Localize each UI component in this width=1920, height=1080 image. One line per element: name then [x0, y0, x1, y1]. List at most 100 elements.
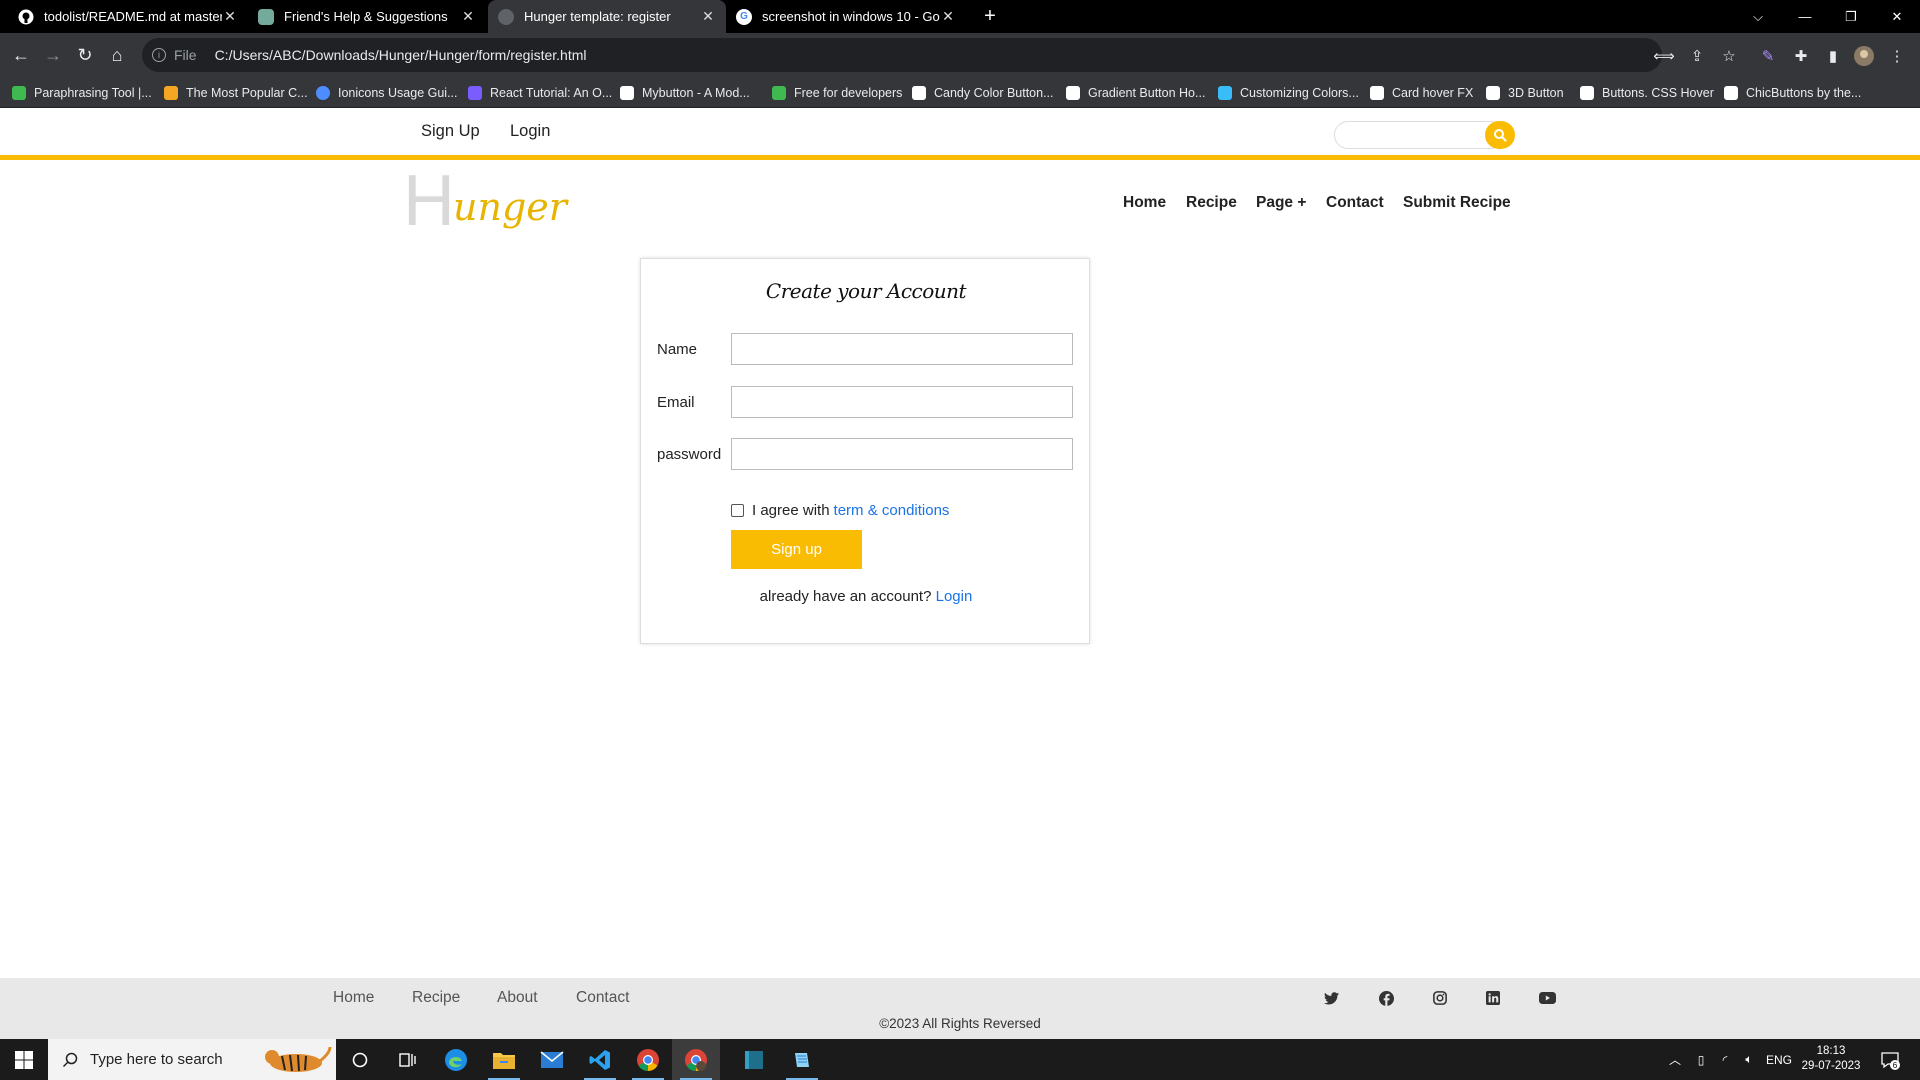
tab-hunger-register[interactable]: Hunger template: register ✕ [488, 0, 726, 33]
email-field[interactable] [731, 386, 1073, 418]
extension-pen-icon[interactable]: ✎ [1757, 45, 1779, 67]
bookmark-item[interactable]: Mybutton - A Mod... [620, 83, 750, 103]
bookmark-item[interactable]: Candy Color Button... [912, 83, 1054, 103]
nav-contact[interactable]: Contact [1326, 194, 1384, 212]
tab-todolist[interactable]: todolist/README.md at master · ✕ [8, 0, 248, 33]
taskbar-app-teal[interactable] [730, 1039, 778, 1080]
translate-icon[interactable]: ⟺ [1653, 45, 1675, 67]
top-login-link[interactable]: Login [510, 122, 550, 141]
footer-about-link[interactable]: About [497, 989, 538, 1007]
new-tab-button[interactable]: + [978, 4, 1002, 28]
signup-button[interactable]: Sign up [731, 530, 862, 569]
nav-recipe[interactable]: Recipe [1186, 194, 1237, 212]
address-bar[interactable]: i File C:/Users/ABC/Downloads/Hunger/Hun… [142, 38, 1662, 72]
bookmark-item[interactable]: Buttons. CSS Hover [1580, 83, 1714, 103]
copyright-text: ©2023 All Rights Reversed [879, 1016, 1041, 1031]
facebook-icon[interactable] [1375, 987, 1397, 1009]
taskbar-file-explorer[interactable] [480, 1039, 528, 1080]
wifi-icon[interactable]: ◜ [1714, 1039, 1736, 1080]
footer-home-link[interactable]: Home [333, 989, 374, 1007]
bookmark-item[interactable]: Gradient Button Ho... [1066, 83, 1205, 103]
close-icon[interactable]: ✕ [940, 8, 956, 25]
tray-chevron-up-icon[interactable]: ︿ [1665, 1039, 1685, 1080]
task-view-button[interactable] [384, 1039, 432, 1080]
bookmark-item[interactable]: Free for developers [772, 83, 902, 103]
close-icon[interactable]: ✕ [222, 8, 238, 25]
volume-icon[interactable]: 🔈︎ [1738, 1039, 1760, 1080]
window-close-button[interactable]: ✕ [1874, 0, 1920, 33]
footer-recipe-link[interactable]: Recipe [412, 989, 460, 1007]
language-indicator[interactable]: ENG [1764, 1039, 1794, 1080]
top-signup-link[interactable]: Sign Up [421, 122, 480, 141]
bookmark-star-icon[interactable]: ☆ [1718, 45, 1740, 67]
notification-icon: 6 [1881, 1051, 1900, 1070]
bookmark-item[interactable]: Customizing Colors... [1218, 83, 1359, 103]
bookmark-item[interactable]: Ionicons Usage Gui... [316, 83, 458, 103]
password-field[interactable] [731, 438, 1073, 470]
youtube-icon[interactable] [1536, 987, 1558, 1009]
bookmark-label: ChicButtons by the... [1746, 86, 1862, 100]
footer-contact-link[interactable]: Contact [576, 989, 629, 1007]
bookmark-item[interactable]: Card hover FX [1370, 83, 1473, 103]
close-icon[interactable]: ✕ [460, 8, 476, 25]
bookmark-label: Mybutton - A Mod... [642, 86, 750, 100]
clock-date: 29-07-2023 [1801, 1060, 1861, 1072]
bookmark-item[interactable]: React Tutorial: An O... [468, 83, 612, 103]
bookmark-item[interactable]: 3D Button [1486, 83, 1564, 103]
start-button[interactable] [0, 1039, 48, 1080]
agree-checkbox[interactable] [731, 504, 744, 517]
tray-device-icon[interactable]: ▯ [1690, 1039, 1712, 1080]
home-button[interactable]: ⌂ [104, 42, 130, 68]
reload-button[interactable]: ↻ [72, 42, 98, 68]
instagram-icon[interactable] [1429, 987, 1451, 1009]
taskbar-vscode[interactable] [576, 1039, 624, 1080]
forward-button[interactable]: → [40, 42, 66, 68]
profile-avatar[interactable] [1853, 45, 1875, 67]
system-clock[interactable]: 18:13 29-07-2023 [1795, 1044, 1867, 1074]
nav-home[interactable]: Home [1123, 194, 1166, 212]
tab-friends-help[interactable]: Friend's Help & Suggestions ✕ [248, 0, 486, 33]
taskbar-edge[interactable] [432, 1039, 480, 1080]
mail-icon [540, 1050, 564, 1068]
name-label: Name [657, 341, 698, 358]
tab-title: Friend's Help & Suggestions [284, 9, 448, 24]
taskbar-chrome[interactable] [624, 1039, 672, 1080]
name-field[interactable] [731, 333, 1073, 365]
back-button[interactable]: ← [8, 42, 34, 68]
tab-screenshot-search[interactable]: G screenshot in windows 10 - Goog ✕ [726, 0, 966, 33]
bookmark-item[interactable]: Paraphrasing Tool |... [12, 83, 152, 103]
register-card: Create your Account Name Email password … [640, 258, 1090, 644]
notepad-icon [795, 1052, 809, 1067]
share-icon[interactable]: ⇪ [1686, 45, 1708, 67]
terms-link[interactable]: term & conditions [834, 502, 950, 519]
bookmark-item[interactable]: The Most Popular C... [164, 83, 308, 103]
linkedin-icon[interactable] [1482, 987, 1504, 1009]
minimize-button[interactable]: — [1782, 0, 1828, 33]
restore-button[interactable]: ❐ [1828, 0, 1874, 33]
extensions-puzzle-icon[interactable]: ✚ [1790, 45, 1812, 67]
bookmark-item[interactable]: ChicButtons by the... [1724, 83, 1861, 103]
side-panel-icon[interactable]: ▮ [1822, 45, 1844, 67]
search-button[interactable] [1485, 121, 1515, 149]
notification-center-button[interactable]: 6 [1870, 1039, 1910, 1080]
menu-kebab-icon[interactable]: ⋮ [1886, 45, 1908, 67]
cortana-button[interactable] [336, 1039, 384, 1080]
search-input[interactable] [1334, 121, 1494, 149]
taskbar-notepad[interactable] [778, 1039, 826, 1080]
nav-page[interactable]: Page + [1256, 194, 1306, 212]
tab-search-chevron-icon[interactable]: ⌵ [1735, 0, 1781, 33]
login-link[interactable]: Login [936, 588, 973, 605]
site-logo[interactable]: H unger [403, 165, 567, 237]
bookmark-label: 3D Button [1508, 86, 1564, 100]
bookmarks-bar: Paraphrasing Tool |... The Most Popular … [0, 77, 1920, 108]
chatgpt-icon [258, 8, 274, 25]
close-icon[interactable]: ✕ [700, 8, 716, 25]
info-icon[interactable]: i [152, 48, 166, 62]
nav-submit-recipe[interactable]: Submit Recipe [1403, 194, 1511, 212]
taskbar-search-box[interactable]: Type here to search [48, 1039, 336, 1080]
taskbar-chrome-profile[interactable] [672, 1039, 720, 1080]
app-window-icon [745, 1050, 763, 1069]
twitter-icon[interactable] [1320, 987, 1342, 1009]
taskbar-mail[interactable] [528, 1039, 576, 1080]
windows-logo-icon [15, 1050, 33, 1069]
